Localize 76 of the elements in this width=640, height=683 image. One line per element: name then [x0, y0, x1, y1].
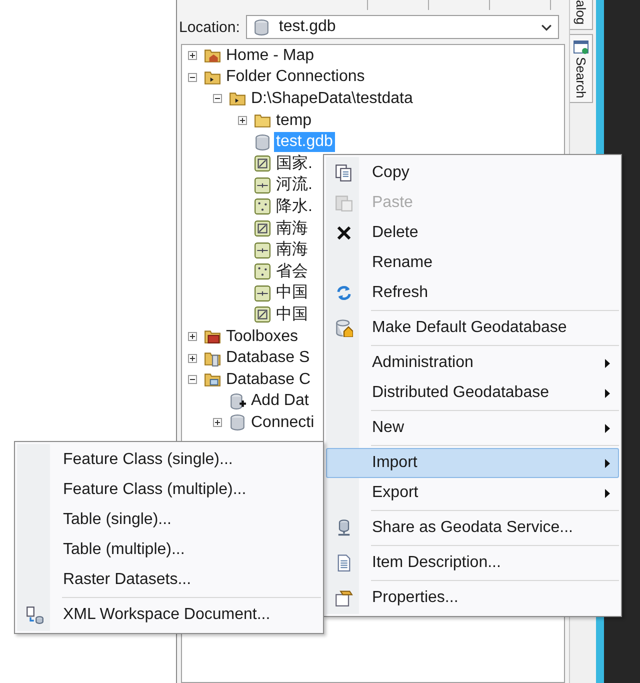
expand-icon[interactable] [213, 418, 222, 428]
menu-item[interactable]: Share as Geodata Service... [326, 513, 619, 543]
collapse-icon[interactable] [188, 72, 197, 82]
tree-item[interactable]: Database S [224, 348, 312, 368]
menu-item[interactable]: Make Default Geodatabase [326, 313, 619, 343]
point-layer-icon [254, 198, 271, 216]
folder-icon [204, 68, 221, 86]
folder-icon [229, 90, 246, 108]
tree-item[interactable]: D:\ShapeData\testdata [249, 88, 415, 109]
tree-item[interactable]: 河流. [274, 175, 314, 196]
tree-item[interactable]: 降水. [274, 196, 314, 217]
refresh-icon [334, 284, 352, 302]
database-icon [252, 18, 270, 36]
menu-item[interactable]: Feature Class (multiple)... [17, 475, 321, 505]
window-icon [573, 38, 589, 55]
line-layer-icon [254, 176, 271, 194]
polygon-layer-icon [254, 306, 271, 324]
collapse-icon[interactable] [188, 375, 197, 384]
tree-item[interactable]: 南海 [274, 240, 310, 260]
point-layer-icon [254, 263, 271, 280]
line-layer-icon [254, 242, 271, 259]
tree-item[interactable]: 国家. [274, 154, 314, 174]
menu-item[interactable]: Export [326, 478, 619, 508]
tree-item[interactable]: Add Dat [249, 391, 311, 412]
collapse-icon[interactable] [213, 94, 222, 104]
polygon-layer-icon [254, 220, 271, 238]
tree-item[interactable]: Home - Map [224, 46, 316, 66]
menu-item[interactable]: Delete [326, 218, 619, 248]
tree-item[interactable]: Toolboxes [224, 326, 300, 347]
home-folder-icon [204, 47, 221, 64]
tree-item[interactable]: Connecti [249, 412, 316, 433]
chevron-down-icon[interactable] [541, 24, 552, 30]
tree-item[interactable]: temp [274, 110, 314, 131]
menu-item[interactable]: Raster Datasets... [17, 565, 321, 595]
add-database-icon [229, 392, 246, 410]
side-tab[interactable]: alog [570, 0, 593, 30]
database-icon [254, 134, 271, 151]
menu-item[interactable]: Administration [326, 348, 619, 378]
database-home-icon [334, 319, 352, 337]
menu-item[interactable]: Distributed Geodatabase [326, 378, 619, 408]
menu-item[interactable]: XML Workspace Document... [17, 600, 321, 630]
side-tab[interactable]: Search [570, 34, 593, 103]
menu-item[interactable]: Import [326, 448, 619, 478]
menu-item[interactable]: Copy [326, 158, 619, 188]
folder-icon [254, 112, 271, 130]
expand-icon[interactable] [188, 51, 197, 60]
tree-item[interactable]: 中国 [274, 304, 310, 325]
menu-item[interactable]: New [326, 413, 619, 443]
menu-item[interactable]: Table (single)... [17, 505, 321, 535]
location-label: Location: [179, 18, 240, 36]
database-icon [229, 414, 246, 432]
menu-item[interactable]: Feature Class (single)... [17, 445, 321, 475]
toolbox-icon [204, 328, 221, 346]
location-combo[interactable]: test.gdb [246, 15, 559, 39]
line-layer-icon [254, 284, 271, 302]
menu-item[interactable]: Item Description... [326, 548, 619, 578]
tree-item[interactable]: 南海 [274, 218, 310, 239]
menu-item[interactable]: Table (multiple)... [17, 535, 321, 565]
menu-item[interactable]: Properties... [326, 583, 619, 613]
expand-icon[interactable] [188, 354, 197, 363]
properties-icon [334, 589, 352, 607]
expand-icon[interactable] [238, 116, 247, 126]
xml-import-icon [26, 606, 44, 624]
menu-item[interactable]: Refresh [326, 278, 619, 308]
tree-item[interactable]: 中国 [274, 283, 310, 304]
polygon-layer-icon [254, 155, 271, 172]
close-icon [334, 224, 352, 242]
server-folder-icon [204, 350, 221, 367]
tree-item[interactable]: 省会 [274, 262, 310, 282]
database-folder-icon [204, 371, 221, 388]
expand-icon[interactable] [188, 332, 197, 342]
paste-icon [334, 194, 352, 212]
menu-item[interactable]: Rename [326, 248, 619, 278]
copy-icon [334, 164, 352, 182]
tree-item[interactable]: Database C [224, 370, 312, 390]
tree-item[interactable]: Folder Connections [224, 67, 367, 88]
